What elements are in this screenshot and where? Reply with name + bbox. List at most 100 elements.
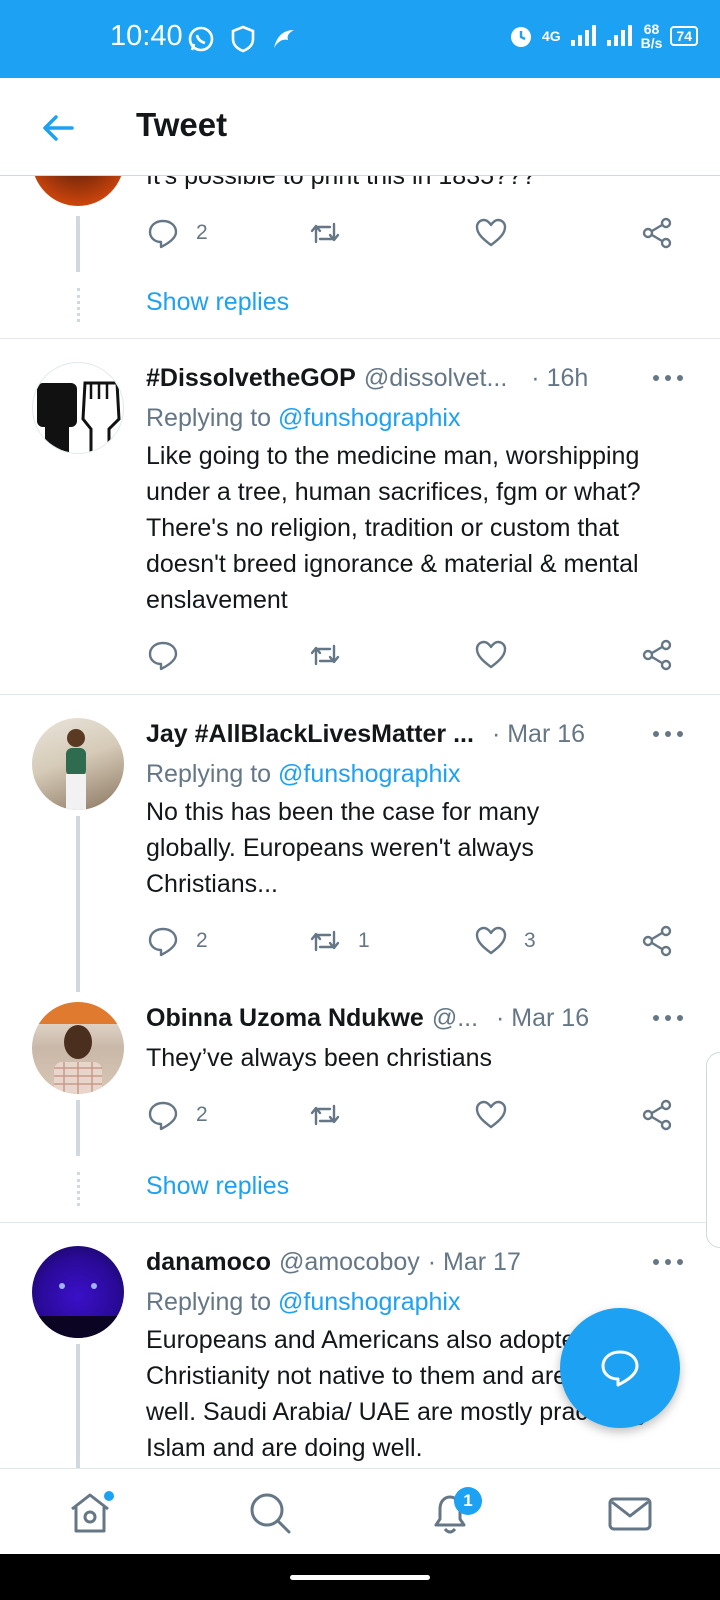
share-icon	[642, 639, 672, 671]
share-button[interactable]	[640, 216, 674, 250]
share-button[interactable]	[640, 1098, 674, 1132]
reply-feed[interactable]: It's possible to print this in 1835??? 2…	[0, 176, 720, 1468]
retweet-button[interactable]	[308, 638, 342, 672]
like-button[interactable]: 3	[474, 924, 536, 958]
replying-to-label: Replying to	[146, 1288, 272, 1316]
reply-count: 2	[196, 221, 208, 244]
back-arrow-icon[interactable]	[38, 108, 78, 148]
retweet-button[interactable]	[308, 1098, 342, 1132]
network-type: 4G	[541, 28, 561, 44]
notifications-badge: 1	[454, 1487, 482, 1515]
reply-icon	[148, 1101, 178, 1131]
tweet-date: · Mar 17	[427, 1248, 521, 1276]
like-button[interactable]	[474, 1098, 508, 1132]
divider	[0, 694, 720, 695]
avatar[interactable]	[32, 718, 124, 810]
tweet-date: · 16h	[531, 364, 589, 392]
author-handle[interactable]: @...	[432, 1004, 478, 1033]
reply-button[interactable]: 2	[146, 216, 208, 250]
retweet-button[interactable]: 1	[308, 924, 370, 958]
show-replies-link[interactable]: Show replies	[146, 1172, 289, 1201]
raised-fist-icon	[37, 381, 121, 453]
share-button[interactable]	[640, 638, 674, 672]
data-speed-value: 68	[643, 21, 660, 37]
avatar[interactable]	[32, 1246, 124, 1338]
thread-line	[76, 216, 80, 272]
signal-icon	[570, 25, 596, 46]
dark-photo-icon	[32, 1283, 124, 1338]
reply-button[interactable]	[146, 638, 180, 672]
replying-to: Replying to @funshographix	[146, 760, 460, 789]
replying-to: Replying to @funshographix	[146, 404, 460, 433]
home-unread-dot	[104, 1491, 114, 1501]
author-name[interactable]: Obinna Uzoma Ndukwe	[146, 1004, 424, 1033]
share-icon	[642, 925, 672, 957]
tweet-author-row: danamoco @amocoboy · Mar 17	[146, 1248, 521, 1277]
retweet-button[interactable]	[308, 216, 342, 250]
share-icon	[642, 1099, 672, 1131]
author-name[interactable]: danamoco	[146, 1248, 271, 1277]
avatar[interactable]	[32, 176, 124, 206]
tweet-author-row: #DissolvetheGOP @dissolvet... · 16h	[146, 364, 588, 393]
author-name[interactable]: Jay #AllBlackLivesMatter ...	[146, 720, 474, 749]
divider	[0, 338, 720, 339]
retweet-icon	[310, 222, 340, 244]
author-handle[interactable]: @amocoboy	[279, 1248, 420, 1277]
status-time: 10:40	[110, 20, 183, 52]
more-options-icon[interactable]	[648, 724, 688, 744]
thread-dots	[77, 1172, 80, 1206]
tweet-author-row: Jay #AllBlackLivesMatter ... · Mar 16	[146, 720, 585, 749]
replying-to-handle[interactable]: @funshographix	[278, 760, 460, 788]
tweet-text: No this has been the case for many globa…	[146, 798, 540, 898]
data-speed-unit: B/s	[640, 35, 663, 51]
replying-to-handle[interactable]: @funshographix	[278, 1288, 460, 1316]
reply-button[interactable]: 2	[146, 924, 208, 958]
bottom-tab-bar: 1	[0, 1468, 720, 1554]
share-icon	[642, 217, 672, 249]
app-header: Tweet	[0, 78, 720, 176]
search-icon[interactable]	[246, 1489, 294, 1537]
author-handle[interactable]: @dissolvet...	[364, 364, 507, 393]
status-bar: 10:40 4G 68 B/s 74	[0, 0, 720, 78]
tweet-actions: 2	[146, 1098, 694, 1138]
show-replies-link[interactable]: Show replies	[146, 288, 289, 317]
author-name[interactable]: #DissolvetheGOP	[146, 364, 356, 393]
divider	[0, 1222, 720, 1223]
tweet-text: It's possible to print this in 1835???	[146, 176, 536, 190]
data-speed: 68 B/s	[641, 22, 663, 50]
tweet-actions: 2	[146, 216, 694, 256]
replying-to-handle[interactable]: @funshographix	[278, 404, 460, 432]
more-options-icon[interactable]	[648, 368, 688, 388]
reply-icon	[148, 219, 178, 249]
app-notification-icon	[274, 30, 294, 48]
whatsapp-icon	[188, 26, 214, 52]
retweet-icon	[310, 1104, 340, 1126]
heart-icon	[475, 218, 507, 247]
heart-icon	[475, 926, 507, 955]
system-nav-bar	[0, 1554, 720, 1600]
side-panel-handle[interactable]	[706, 1052, 720, 1248]
shield-icon	[231, 25, 255, 53]
messages-mail-icon[interactable]	[606, 1489, 654, 1537]
avatar[interactable]	[32, 1002, 124, 1094]
replying-to-label: Replying to	[146, 760, 272, 788]
reply-button[interactable]: 2	[146, 1098, 208, 1132]
replying-to: Replying to @funshographix	[146, 1288, 460, 1317]
more-options-icon[interactable]	[648, 1008, 688, 1028]
reply-icon	[148, 641, 178, 671]
heart-icon	[475, 1100, 507, 1129]
home-gesture-pill[interactable]	[290, 1575, 430, 1580]
tweet-actions	[146, 638, 694, 678]
person-photo-icon	[32, 1002, 124, 1094]
reply-count: 2	[196, 1103, 208, 1126]
like-button[interactable]	[474, 638, 508, 672]
tweet-actions: 2 1 3	[146, 924, 694, 964]
tweet-text: They’ve always been christians	[146, 1044, 492, 1072]
share-button[interactable]	[640, 924, 674, 958]
avatar[interactable]	[32, 362, 124, 454]
compose-reply-button[interactable]	[560, 1308, 680, 1428]
thread-dots	[77, 288, 80, 322]
more-options-icon[interactable]	[648, 1252, 688, 1272]
reply-bubble-icon	[601, 1350, 639, 1387]
like-button[interactable]	[474, 216, 508, 250]
